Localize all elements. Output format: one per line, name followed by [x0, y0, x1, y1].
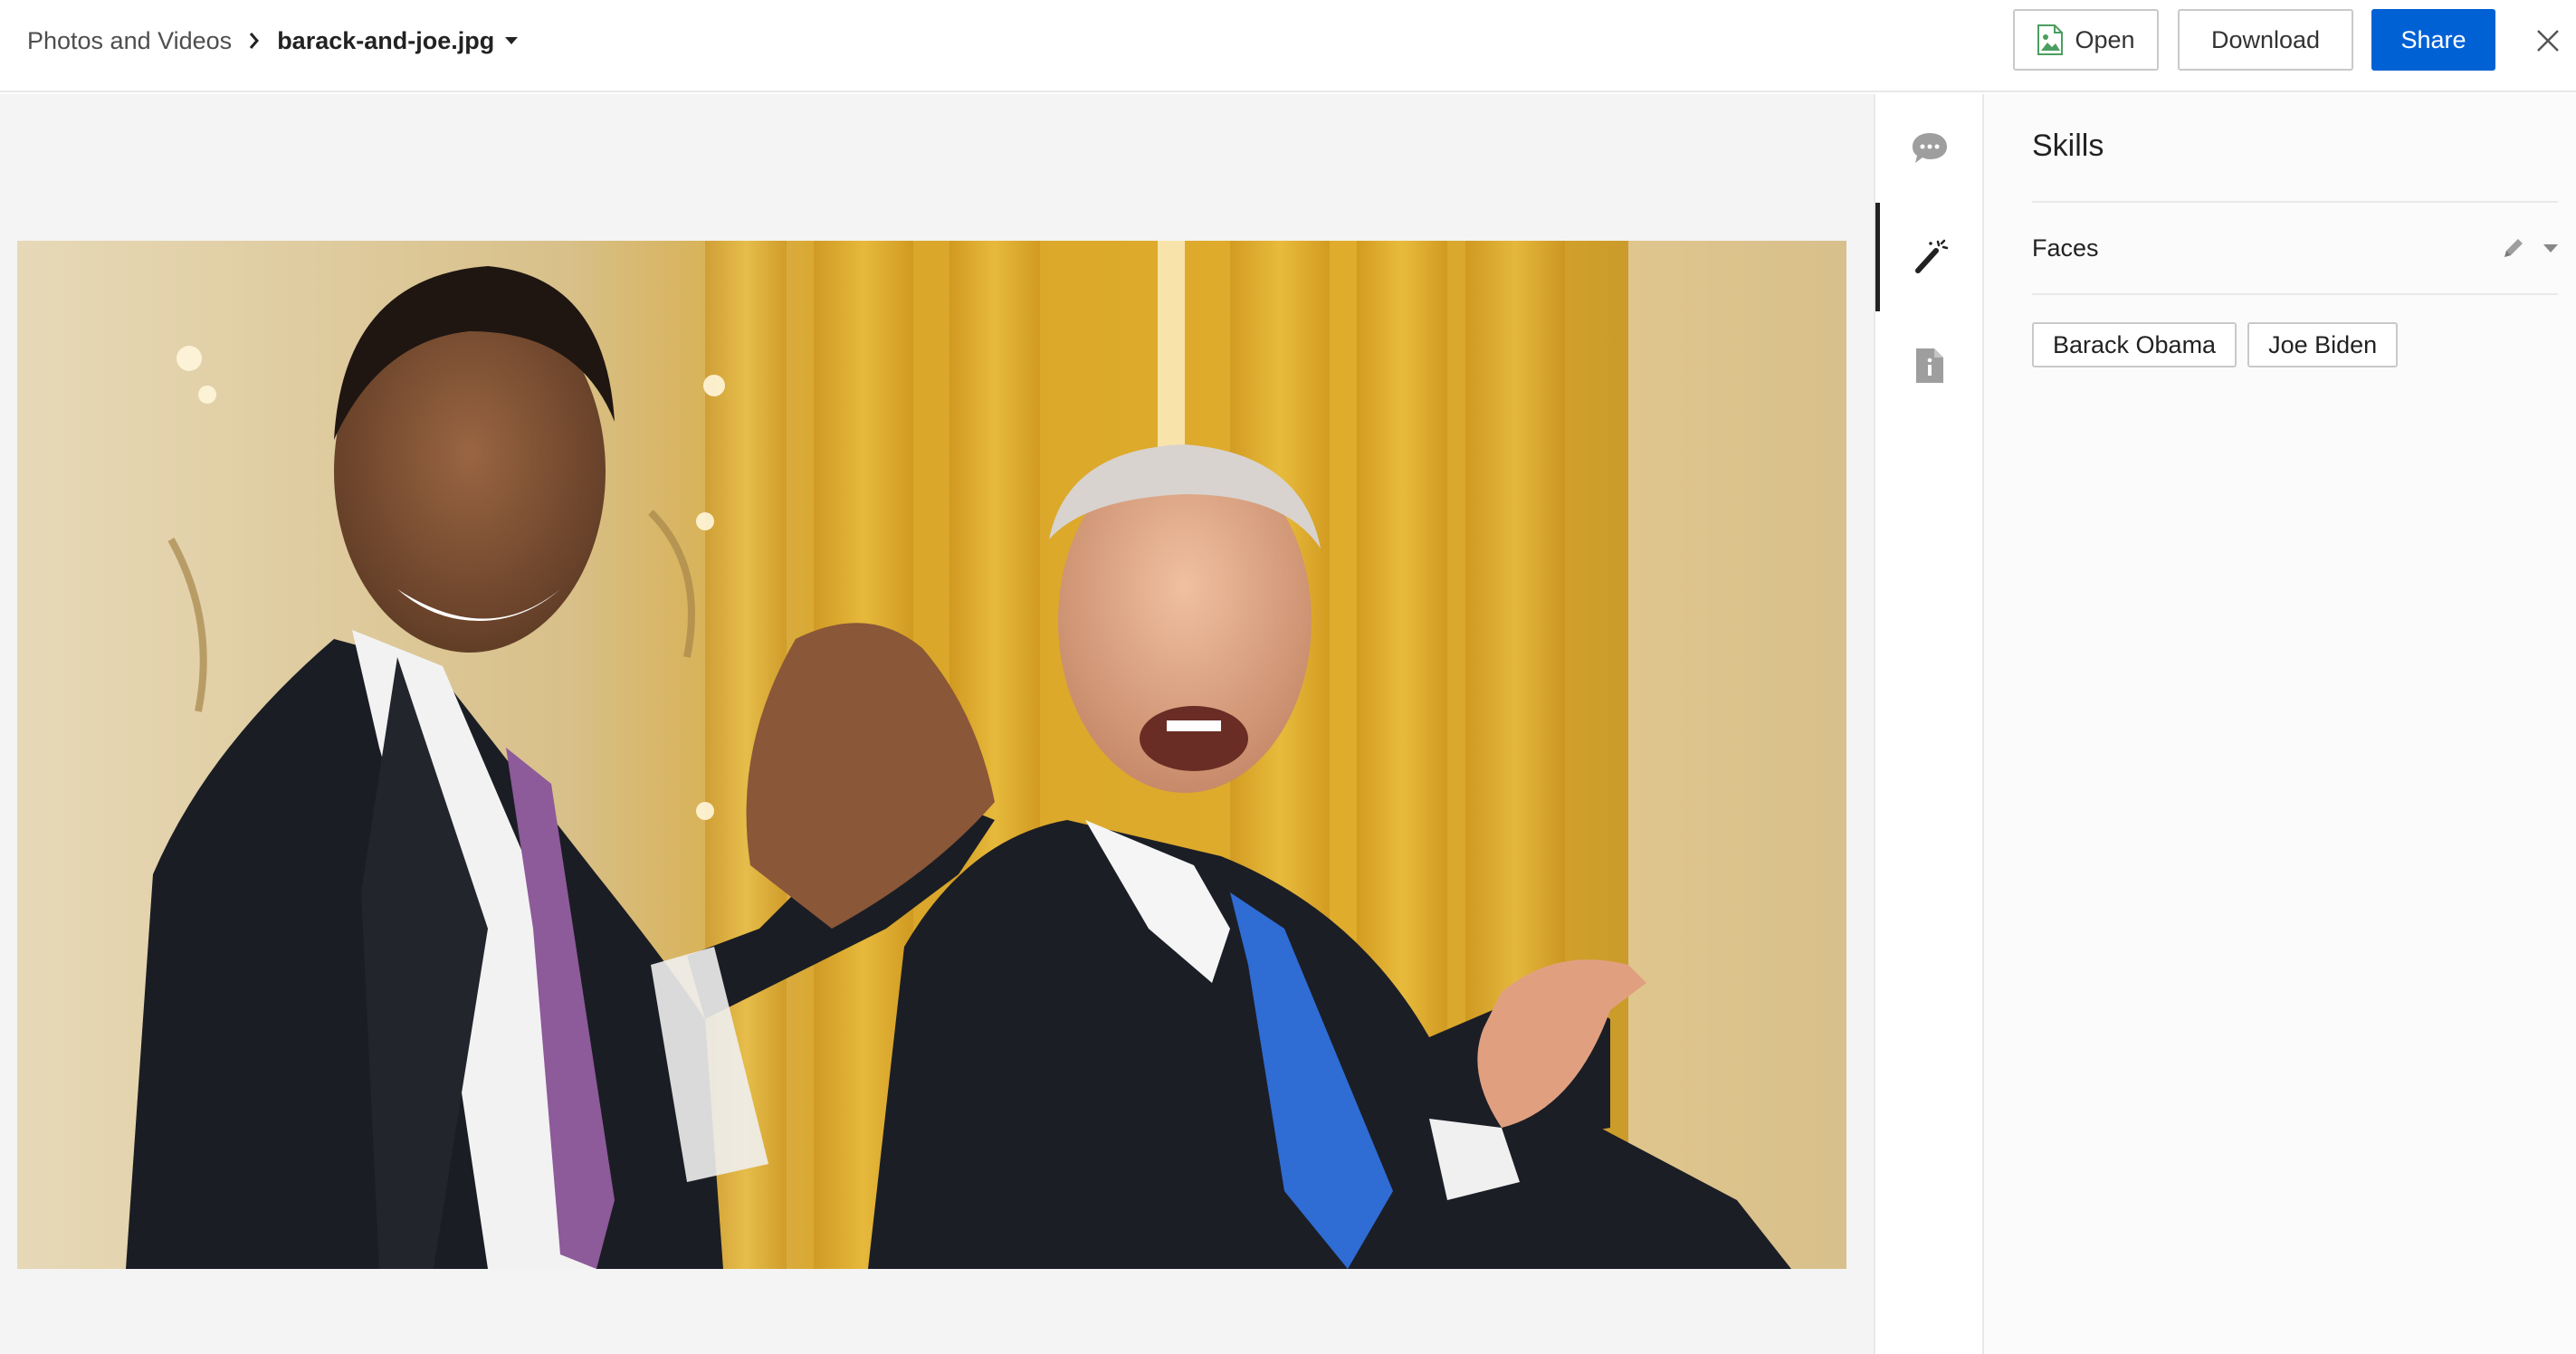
image-file-icon: [2037, 24, 2064, 55]
pencil-icon[interactable]: [2500, 234, 2527, 262]
download-button[interactable]: Download: [2178, 9, 2353, 71]
open-button[interactable]: Open: [2013, 9, 2159, 71]
sidebar-nav: [1874, 94, 1984, 1354]
download-button-label: Download: [2210, 25, 2321, 53]
breadcrumb-parent-link[interactable]: Photos and Videos: [27, 27, 232, 55]
info-document-icon: [1916, 348, 1943, 383]
face-tag[interactable]: Joe Biden: [2247, 322, 2399, 367]
header-bar: Photos and Videos barack-and-joe.jpg Ope…: [0, 0, 2576, 92]
share-button[interactable]: Share: [2371, 9, 2495, 71]
comment-icon: [1913, 133, 1947, 163]
open-button-label: Open: [2075, 25, 2135, 53]
magic-wand-icon: [1915, 239, 1949, 273]
chevron-right-icon: [232, 0, 277, 81]
faces-tag-list: Barack Obama Joe Biden: [2032, 322, 2399, 367]
nav-skills[interactable]: [1875, 203, 1984, 311]
file-name: barack-and-joe.jpg: [277, 26, 495, 54]
preview-area: [0, 94, 1874, 1354]
close-icon[interactable]: [2533, 25, 2563, 56]
breadcrumb: Photos and Videos barack-and-joe.jpg: [27, 0, 519, 81]
faces-section-header: Faces: [2032, 203, 2558, 295]
skills-panel: Skills Faces Barack Obama Joe Biden: [1984, 94, 2576, 1354]
file-name-dropdown[interactable]: barack-and-joe.jpg: [277, 26, 519, 55]
faces-label: Faces: [2032, 234, 2099, 262]
photo-preview: [17, 241, 1846, 1269]
face-tag[interactable]: Barack Obama: [2032, 322, 2237, 367]
caret-down-icon[interactable]: [2543, 243, 2558, 253]
nav-comments[interactable]: [1875, 94, 1984, 203]
panel-title: Skills: [2032, 129, 2104, 163]
share-button-label: Share: [2400, 25, 2466, 53]
caret-down-icon: [505, 37, 519, 44]
nav-details[interactable]: [1875, 311, 1984, 420]
